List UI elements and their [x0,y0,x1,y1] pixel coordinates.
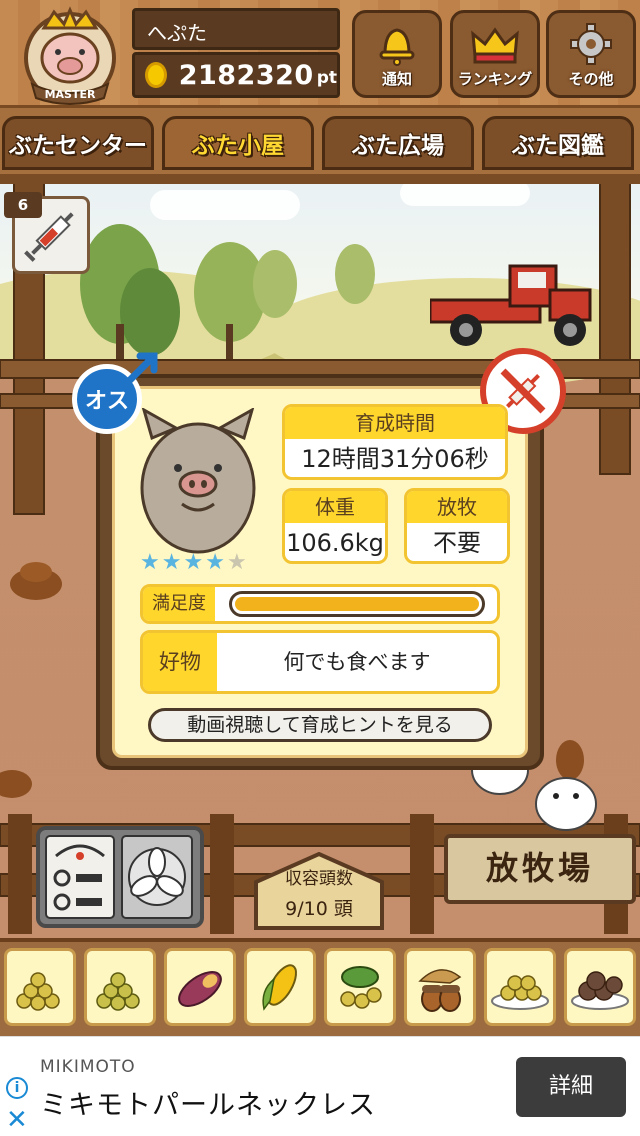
favorite-value: 何でも食べます [283,650,431,674]
tab-pig-house[interactable]: ぶた小屋 [162,116,314,170]
notifications-button[interactable]: 通知 [352,10,442,98]
crown-icon [471,27,519,64]
pasture-sign-button[interactable]: 放牧場 [444,834,636,904]
satisfaction-bar-fill [235,597,479,611]
rating-stars: ★ ★ ★ ★ ★ [140,550,247,575]
grain-pile-icon [96,972,140,1011]
tab-label: ぶたセンター [9,133,147,159]
coin-icon [145,62,167,88]
ad-details-button[interactable]: 詳細 [516,1057,626,1117]
male-arrow-icon [120,352,158,390]
satisfaction-bar [229,591,485,617]
weight-box: 体重 106.6kg [282,488,388,564]
badge-label: MASTER [45,88,96,101]
satisfaction-box: 満足度 [140,584,500,624]
weight-value: 106.6kg [286,529,384,557]
star-filled-icon: ★ [140,550,160,575]
points-unit: pt [316,68,337,88]
star-filled-icon: ★ [205,550,225,575]
tab-pig-center[interactable]: ぶたセンター [2,116,154,170]
satisfaction-label: 満足度 [143,587,215,621]
favorite-food-box: 好物 何でも食べます [140,630,500,694]
tab-bar: ぶたセンター ぶた小屋 ぶた広場 ぶた図鑑 [0,108,640,174]
meat-plate-icon [571,971,629,1010]
grazing-value: 不要 [433,529,481,557]
star-filled-icon: ★ [161,550,182,575]
notifications-label: 通知 [381,70,412,88]
capacity-label: 収容頭数 [285,869,353,889]
acorn-icon [418,969,462,1012]
points-display: 2182320 pt [132,52,340,98]
sweet-potato-icon [178,971,222,1007]
food-slot-5[interactable] [324,948,396,1026]
grazing-label: 放牧 [407,491,507,523]
capacity-value: 9/10 頭 [285,898,353,920]
grain-plate-icon [491,975,549,1010]
environment-control-panel[interactable] [36,826,204,928]
food-slot-3[interactable] [164,948,236,1026]
ad-title: ミキモトパールネックレス [40,1090,376,1121]
ad-banner[interactable]: i ✕ MIKIMOTO ミキモトパールネックレス 詳細 [0,1036,640,1136]
capacity-sign: 収容頭数 9/10 頭 [252,852,386,932]
grazing-box: 放牧 不要 [404,488,510,564]
food-slot-6[interactable] [404,948,476,1026]
user-name: へぷた [132,8,340,50]
tab-pig-encyclopedia[interactable]: ぶた図鑑 [482,116,634,170]
raising-time-value: 12時間31分06秒 [301,445,489,473]
vegetables-icon [340,966,382,1009]
bell-icon [379,28,415,66]
star-empty-icon: ★ [226,550,247,575]
tab-label: ぶた図鑑 [512,133,604,159]
ranking-label: ランキング [457,70,533,88]
raising-time-box: 育成時間 12時間31分06秒 [282,404,508,480]
gear-icon [570,23,612,65]
favorite-label: 好物 [143,633,217,691]
thermostat-fan-icon [45,835,193,919]
settings-label: その他 [568,70,614,88]
food-slot-8[interactable] [564,948,636,1026]
food-slot-2[interactable] [84,948,156,1026]
tab-label: ぶた小屋 [192,133,284,159]
ad-brand: MIKIMOTO [40,1057,136,1077]
grain-pile-icon [16,972,60,1011]
ad-info-icon[interactable]: i [6,1077,28,1099]
item-count-badge: 6 [4,192,42,218]
points-value: 2182320 [178,59,314,91]
weight-label: 体重 [285,491,385,523]
food-slot-7[interactable] [484,948,556,1026]
ranking-button[interactable]: ランキング [450,10,540,98]
ad-close-icon[interactable]: ✕ [6,1107,28,1133]
settings-button[interactable]: その他 [546,10,636,98]
food-bar [0,938,640,1036]
food-slot-4[interactable] [244,948,316,1026]
food-slot-1[interactable] [4,948,76,1026]
header: MASTER へぷた 2182320 pt 通知 ランキング その他 [0,0,640,108]
watch-video-hint-button[interactable]: 動画視聴して育成ヒントを見る [148,708,492,742]
master-avatar-badge[interactable]: MASTER [14,6,126,106]
tab-pig-plaza[interactable]: ぶた広場 [322,116,474,170]
star-filled-icon: ★ [183,550,204,575]
corn-icon [262,964,297,1011]
tab-label: ぶた広場 [352,133,444,159]
pasture-label: 放牧場 [485,849,594,887]
raising-time-label: 育成時間 [285,407,505,439]
pig-illustration [140,408,256,554]
